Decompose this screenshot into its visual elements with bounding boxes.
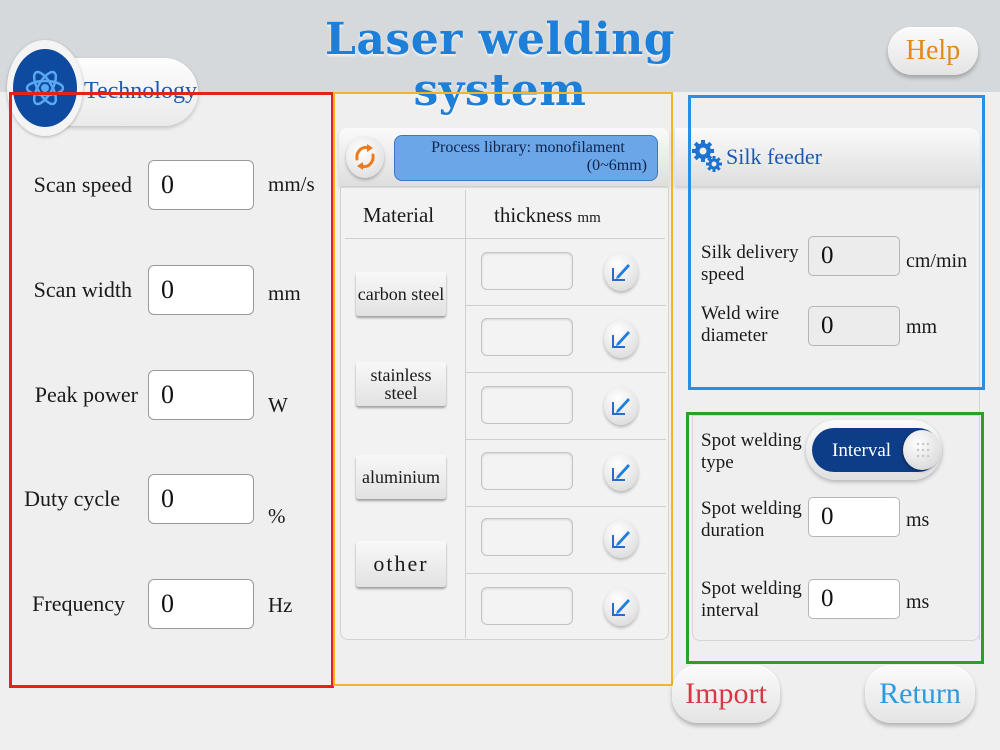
thickness-input[interactable] xyxy=(481,252,573,290)
refresh-button[interactable] xyxy=(346,136,384,178)
scan-speed-label: Scan speed xyxy=(33,172,132,197)
scan-width-label: Scan width xyxy=(33,277,132,302)
scan-speed-input[interactable]: 0 xyxy=(148,160,254,210)
param-row-peak-power: Peak power 0 W xyxy=(0,370,330,420)
edit-button[interactable] xyxy=(604,320,638,358)
param-row-duty-cycle: Duty cycle 0 % xyxy=(0,474,330,528)
thickness-header-unit: mm xyxy=(577,210,601,226)
duty-cycle-unit: % xyxy=(268,504,286,528)
scan-width-unit: mm xyxy=(268,281,301,305)
duty-cycle-label: Duty cycle xyxy=(24,486,120,511)
row-divider xyxy=(466,573,666,574)
row-divider xyxy=(466,372,666,373)
peak-power-label: Peak power xyxy=(34,382,138,407)
process-library-title: Process library: monofilament (0~6mm) xyxy=(394,135,658,181)
edit-button[interactable] xyxy=(604,520,638,558)
row-divider xyxy=(466,305,666,306)
thickness-input[interactable] xyxy=(481,452,573,490)
thickness-input[interactable] xyxy=(481,587,573,625)
peak-power-unit: W xyxy=(268,393,288,417)
edit-button[interactable] xyxy=(604,453,638,491)
peak-power-input[interactable]: 0 xyxy=(148,370,254,420)
refresh-icon xyxy=(355,144,375,170)
material-aluminium-button[interactable]: aluminium xyxy=(356,455,446,499)
edit-icon xyxy=(612,599,630,616)
scan-width-input[interactable]: 0 xyxy=(148,265,254,315)
thickness-input[interactable] xyxy=(481,518,573,556)
edit-icon xyxy=(612,398,630,415)
param-row-frequency: Frequency 0 Hz xyxy=(0,579,330,629)
help-button[interactable]: Help xyxy=(888,27,978,75)
material-carbon-steel-button[interactable]: carbon steel xyxy=(356,272,446,316)
material-other-button[interactable]: other xyxy=(356,541,446,587)
thickness-input[interactable] xyxy=(481,386,573,424)
material-stainless-steel-button[interactable]: stainless steel xyxy=(356,362,446,406)
return-button[interactable]: Return xyxy=(865,665,975,723)
edit-icon xyxy=(612,331,630,348)
edit-button[interactable] xyxy=(604,588,638,626)
edit-button[interactable] xyxy=(604,387,638,425)
column-divider xyxy=(465,190,466,638)
silk-feeder-panel-frame xyxy=(688,95,985,390)
process-library-title-line2: (0~6mm) xyxy=(586,157,647,174)
row-divider xyxy=(466,439,666,440)
thickness-column-header: thickness mm xyxy=(494,203,601,228)
spot-welding-panel-frame xyxy=(686,412,984,664)
frequency-input[interactable]: 0 xyxy=(148,579,254,629)
thickness-header-text: thickness xyxy=(494,203,573,227)
duty-cycle-input[interactable]: 0 xyxy=(148,474,254,524)
header-divider xyxy=(345,238,665,239)
param-row-scan-speed: Scan speed 0 mm/s xyxy=(0,160,330,210)
param-row-scan-width: Scan width 0 mm xyxy=(0,265,330,315)
process-library-title-line1: Process library: monofilament xyxy=(431,139,625,156)
edit-icon xyxy=(612,464,630,481)
edit-icon xyxy=(612,264,630,281)
material-column-header: Material xyxy=(363,203,435,227)
thickness-input[interactable] xyxy=(481,318,573,356)
edit-button[interactable] xyxy=(604,253,638,291)
frequency-unit: Hz xyxy=(268,593,293,617)
row-divider xyxy=(466,506,666,507)
import-button[interactable]: Import xyxy=(672,665,780,723)
edit-icon xyxy=(612,531,630,548)
frequency-label: Frequency xyxy=(32,591,125,616)
scan-speed-unit: mm/s xyxy=(268,172,315,196)
